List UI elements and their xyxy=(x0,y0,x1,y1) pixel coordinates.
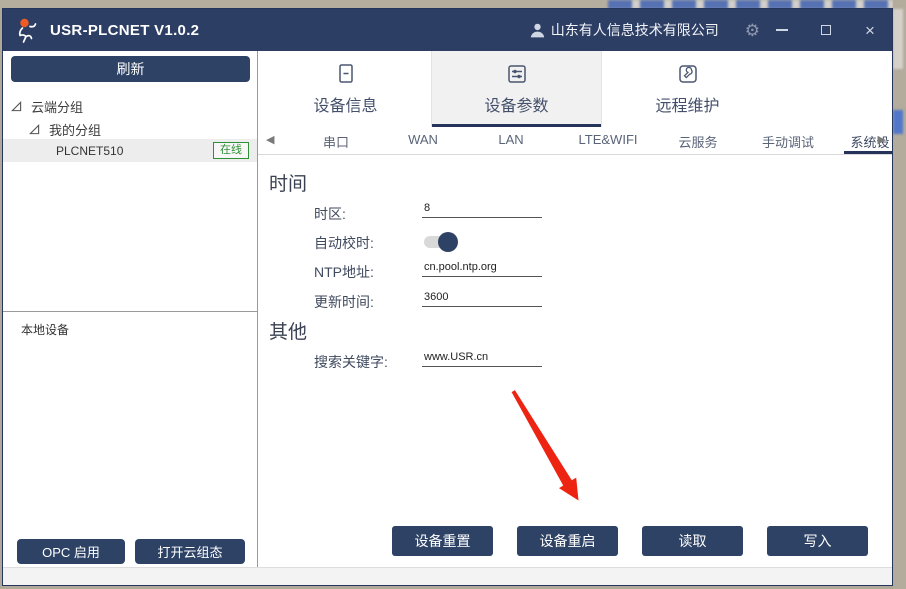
maximize-button[interactable] xyxy=(804,9,848,51)
account-info[interactable]: 山东有人信息技术有限公司 xyxy=(529,20,719,40)
close-button[interactable]: × xyxy=(848,9,892,51)
desktop-background-right xyxy=(893,0,906,589)
usr-logo-icon xyxy=(15,17,42,44)
status-bar xyxy=(3,567,892,585)
minimize-icon xyxy=(776,29,788,31)
auto-time-sync-label: 自动校时: xyxy=(314,234,374,252)
tab-label: 远程维护 xyxy=(655,92,719,116)
app-title: USR-PLCNET V1.0.2 xyxy=(50,22,199,39)
timezone-label: 时区: xyxy=(314,205,346,223)
section-title-other: 其他 xyxy=(269,317,307,344)
desktop: USR-PLCNET V1.0.2 山东有人信息技术有限公司 ⚙ × 刷新 xyxy=(0,0,906,589)
section-title-time: 时间 xyxy=(269,169,307,196)
gear-icon[interactable]: ⚙ xyxy=(745,22,760,39)
app-window: USR-PLCNET V1.0.2 山东有人信息技术有限公司 ⚙ × 刷新 xyxy=(2,8,893,586)
tree-node-label: 我的分组 xyxy=(49,120,101,139)
sliders-icon xyxy=(505,62,529,86)
tree-device-row[interactable]: PLCNET510 在线 xyxy=(3,139,257,162)
subtab-scroll-right-icon[interactable]: ▶ xyxy=(878,133,886,146)
background-blob xyxy=(893,110,903,134)
account-name: 山东有人信息技术有限公司 xyxy=(551,20,719,40)
user-icon xyxy=(529,22,546,39)
ntp-address-input[interactable] xyxy=(422,261,542,277)
update-interval-input[interactable] xyxy=(422,291,542,307)
subtab-bar: ◀ 串口 WAN LAN LTE&WIFI 云服务 手动调试 系统设 ▶ xyxy=(258,127,892,155)
read-button[interactable]: 读取 xyxy=(642,526,743,556)
device-restart-button[interactable]: 设备重启 xyxy=(517,526,618,556)
tree-node-my-group[interactable]: 我的分组 xyxy=(29,120,101,139)
timezone-input[interactable] xyxy=(422,202,542,218)
subtab-active-underline xyxy=(844,151,892,154)
tree-expander-icon[interactable] xyxy=(29,124,40,135)
subtab-lte-wifi[interactable]: LTE&WIFI xyxy=(579,132,638,147)
tab-device-info[interactable]: 设备信息 xyxy=(260,51,431,127)
tab-remote-maintenance[interactable]: 远程维护 xyxy=(602,51,773,127)
update-interval-label: 更新时间: xyxy=(314,293,374,311)
tab-label: 设备参数 xyxy=(484,92,548,116)
sidebar-divider xyxy=(3,311,258,312)
refresh-button[interactable]: 刷新 xyxy=(11,56,250,82)
subtab-cloud-service[interactable]: 云服务 xyxy=(678,132,717,151)
minimize-button[interactable] xyxy=(760,9,804,51)
device-reset-button[interactable]: 设备重置 xyxy=(392,526,493,556)
search-keyword-label: 搜索关键字: xyxy=(314,353,388,371)
subtab-lan[interactable]: LAN xyxy=(498,132,523,147)
subtab-wan[interactable]: WAN xyxy=(408,132,438,147)
tree-node-label: 云端分组 xyxy=(31,97,83,116)
tab-label: 设备信息 xyxy=(313,92,377,116)
online-status-badge: 在线 xyxy=(213,142,249,159)
write-button[interactable]: 写入 xyxy=(767,526,868,556)
subtab-scroll-left-icon[interactable]: ◀ xyxy=(266,133,274,146)
background-blob xyxy=(893,9,903,69)
ntp-address-label: NTP地址: xyxy=(314,263,374,281)
tree-node-cloud-group[interactable]: 云端分组 xyxy=(11,97,83,116)
subtab-serial[interactable]: 串口 xyxy=(323,132,349,151)
document-icon xyxy=(334,62,358,86)
auto-time-sync-toggle[interactable] xyxy=(424,236,454,248)
device-name: PLCNET510 xyxy=(56,144,123,158)
titlebar: USR-PLCNET V1.0.2 山东有人信息技术有限公司 ⚙ × xyxy=(3,9,892,51)
maximize-icon xyxy=(821,25,831,35)
tree-expander-icon[interactable] xyxy=(11,101,22,112)
opc-enable-button[interactable]: OPC 启用 xyxy=(17,539,125,564)
search-keyword-input[interactable] xyxy=(422,351,542,367)
open-cloud-scada-button[interactable]: 打开云组态 xyxy=(135,539,245,564)
toggle-knob xyxy=(438,232,458,252)
local-devices-label: 本地设备 xyxy=(21,321,69,338)
tab-device-params[interactable]: 设备参数 xyxy=(431,51,602,127)
close-icon: × xyxy=(865,22,875,39)
subtab-manual-debug[interactable]: 手动调试 xyxy=(762,132,814,151)
wrench-icon xyxy=(676,62,700,86)
